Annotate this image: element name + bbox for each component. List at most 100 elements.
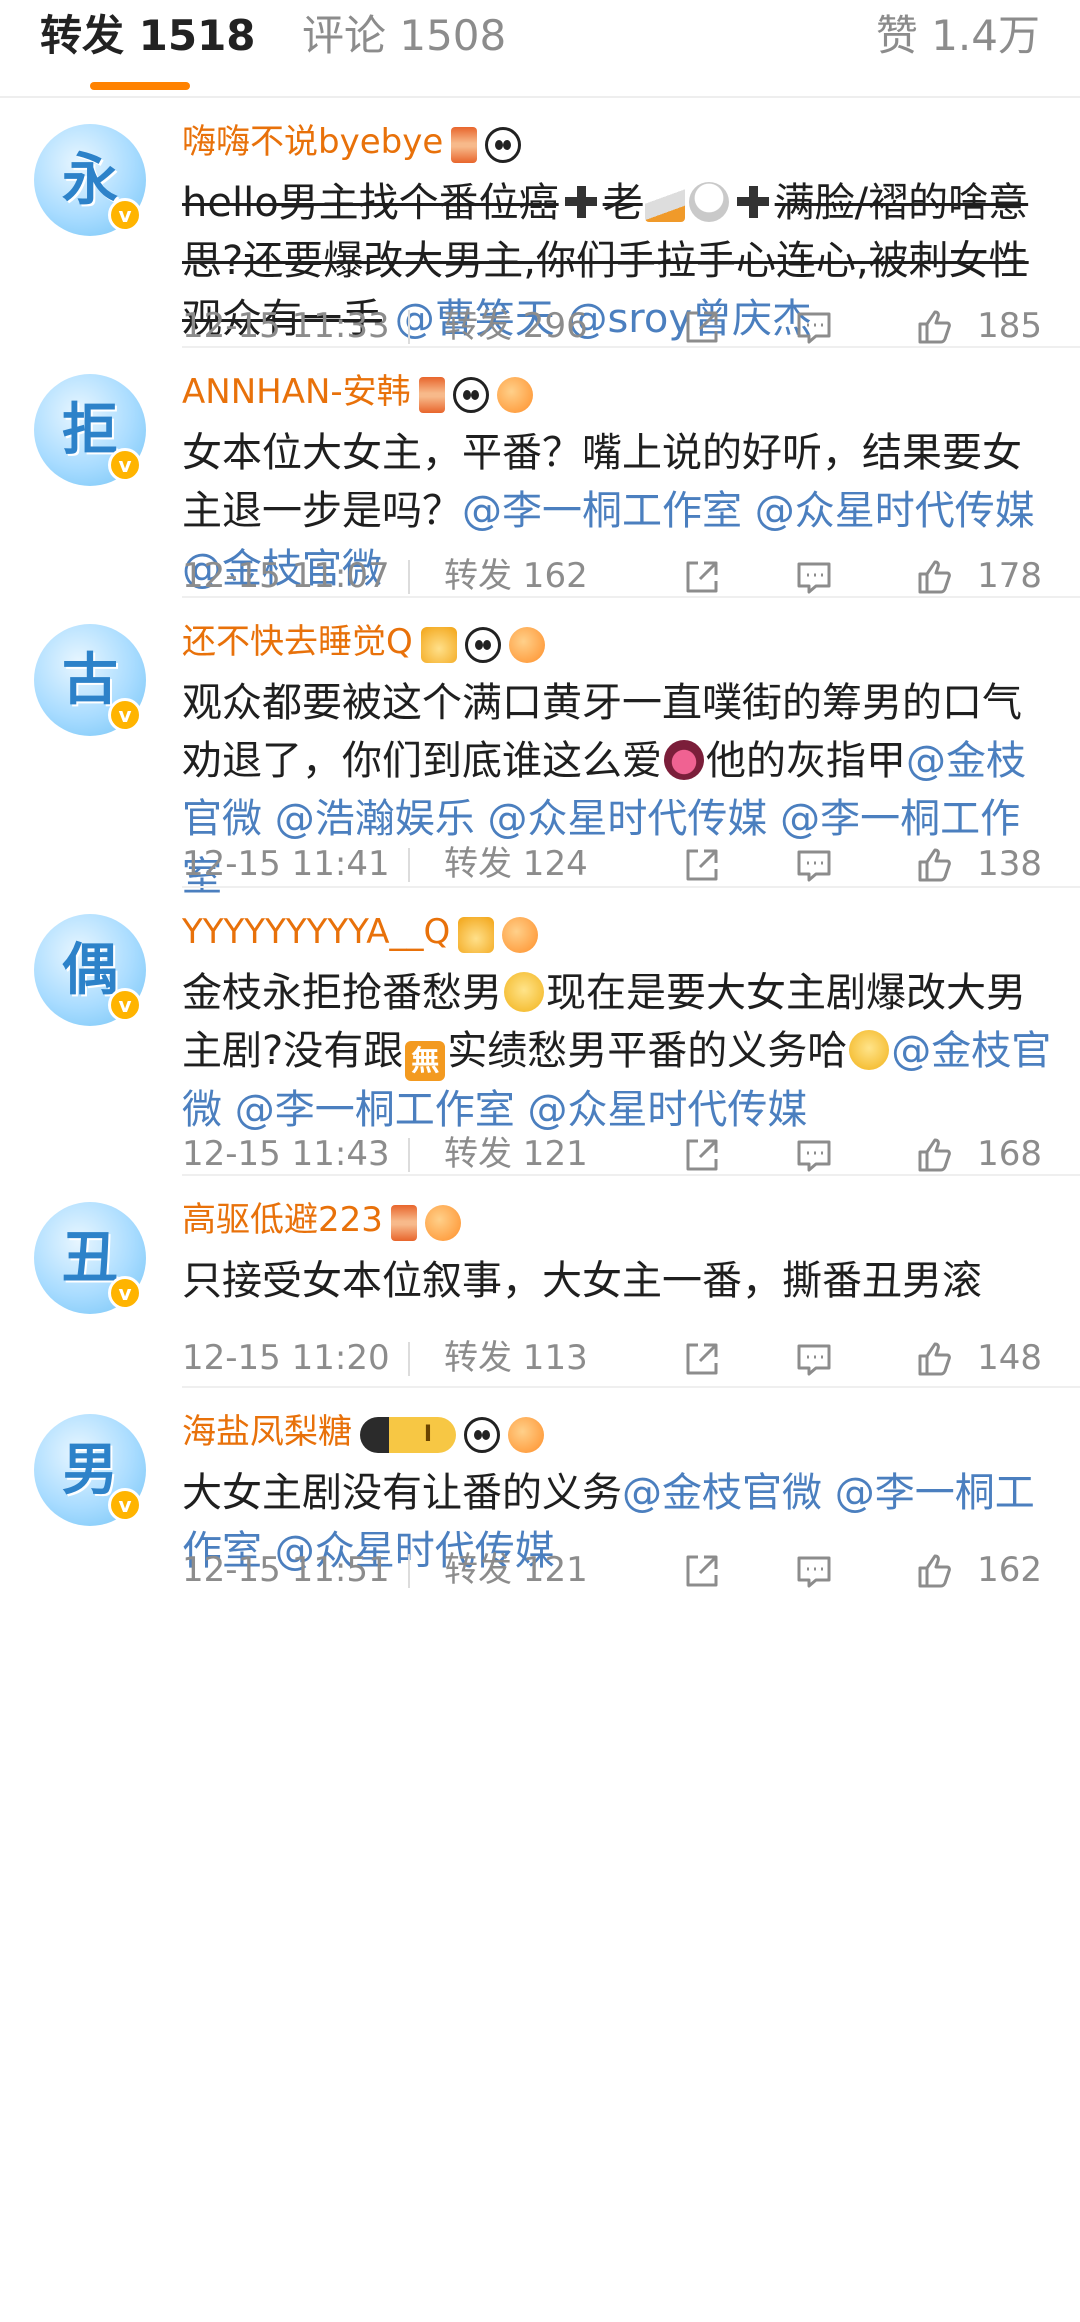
timestamp: 12-15 11:41: [182, 844, 390, 884]
repost-item[interactable]: 男 v 海盐凤梨糖 I 大女主剧没有让番的义务@金枝官微 @李一桐工作室 @众星时代传媒…: [0, 1390, 1080, 1600]
item-divider: [182, 886, 1080, 888]
username-row: ANNHAN-安韩: [182, 370, 541, 416]
share-icon[interactable]: [682, 1550, 722, 1590]
user-badges: I: [360, 1412, 552, 1456]
text-segment: 他的灰指甲: [706, 738, 906, 784]
user-badges: [458, 912, 546, 956]
repost-item[interactable]: 偶 v YYYYYYYYYA__Q 金枝永拒抢番愁男 现在是要大女主剧爆改大男主剧?没有…: [0, 890, 1080, 1176]
plus-emoji: [733, 182, 773, 222]
mention-link[interactable]: @众星时代传媒: [755, 488, 1035, 534]
meta-divider: [408, 848, 410, 882]
mention-link[interactable]: @李一桐工作室: [462, 488, 742, 534]
username[interactable]: YYYYYYYYYA__Q: [182, 912, 450, 952]
comment-icon[interactable]: [794, 1550, 834, 1590]
repost-text: 金枝永拒抢番愁男 现在是要大女主剧爆改大男主剧?没有跟無实绩愁男平番的义务哈 @金枝…: [182, 964, 1052, 1139]
username-row: 海盐凤梨糖 I: [182, 1410, 552, 1456]
like-count[interactable]: 148: [977, 1328, 1042, 1388]
share-icon[interactable]: [682, 1338, 722, 1378]
crown-icon[interactable]: [420, 627, 457, 663]
user-badges: [418, 372, 541, 416]
like-icon[interactable]: [914, 306, 954, 346]
username[interactable]: ANNHAN-安韩: [182, 372, 411, 412]
user-badges: [451, 122, 529, 166]
like-count[interactable]: 162: [977, 1540, 1042, 1600]
meta-divider: [408, 1554, 410, 1588]
hourglass-icon[interactable]: [418, 377, 445, 413]
pufferfish-icon[interactable]: [508, 1417, 544, 1453]
tongue-emoji: [664, 740, 704, 780]
like-icon[interactable]: [914, 1338, 954, 1378]
share-icon[interactable]: [682, 306, 722, 346]
share-icon[interactable]: [682, 556, 722, 596]
repost-item[interactable]: 拒 v ANNHAN-安韩 女本位大女主，平番？嘴上说的好听，结果要女主退一步是吗？@…: [0, 350, 1080, 598]
comment-icon[interactable]: [794, 1338, 834, 1378]
hourglass-icon[interactable]: [390, 1205, 417, 1241]
repost-item[interactable]: 永 v 嗨嗨不说byebye hello男主找个番位癌老满脸/褶的啥意思?还要爆改大男…: [0, 100, 1080, 348]
meta-divider: [408, 1138, 410, 1172]
tab-comment[interactable]: 评论 1508: [302, 10, 506, 62]
pufferfish-icon[interactable]: [508, 627, 545, 663]
repost-count[interactable]: 转发 124: [444, 834, 588, 894]
tab-repost[interactable]: 转发 1518: [40, 10, 256, 62]
like-icon[interactable]: [914, 556, 954, 596]
tab-like[interactable]: 赞 1.4万: [876, 10, 1040, 62]
tab-bar: 转发 1518 评论 1508 赞 1.4万: [0, 0, 1080, 98]
verified-badge-icon: v: [108, 198, 142, 232]
meta-divider: [408, 310, 410, 344]
avatar[interactable]: 拒v: [34, 374, 146, 486]
smile-emoji: [849, 1030, 890, 1070]
hourglass-icon[interactable]: [451, 127, 478, 163]
text-segment: hello男主找个番位癌: [182, 180, 559, 226]
avatar[interactable]: 永v: [34, 124, 146, 236]
username[interactable]: 高驱低避223: [182, 1200, 383, 1240]
user-badges: [390, 1200, 469, 1244]
like-count[interactable]: 138: [977, 834, 1042, 894]
comment-icon[interactable]: [794, 844, 834, 884]
avatar[interactable]: 古v: [34, 624, 146, 736]
username[interactable]: 还不快去睡觉Q: [182, 622, 413, 662]
panda-icon[interactable]: [452, 377, 489, 413]
pufferfish-icon[interactable]: [502, 917, 539, 953]
avatar[interactable]: 男v: [34, 1414, 146, 1526]
wu-emoji: 無: [405, 1041, 446, 1081]
avatar[interactable]: 偶v: [34, 914, 146, 1026]
like-icon[interactable]: [914, 1550, 954, 1590]
username-row: 还不快去睡觉Q: [182, 620, 553, 666]
panda-icon[interactable]: [485, 127, 522, 163]
repost-item[interactable]: 丑 v 高驱低避223 只接受女本位叙事，大女主一番，撕番丑男滚 12-15 11:20…: [0, 1178, 1080, 1388]
smile-emoji: [504, 972, 544, 1012]
text-segment: 只接受女本位叙事，大女主一番，撕番丑男滚: [182, 1258, 982, 1304]
repost-count[interactable]: 转发 121: [444, 1540, 588, 1600]
username[interactable]: 海盐凤梨糖: [182, 1412, 352, 1452]
crown-icon[interactable]: [458, 917, 495, 953]
username-row: 高驱低避223: [182, 1198, 469, 1244]
item-divider: [182, 1174, 1080, 1176]
repost-count[interactable]: 转发 113: [444, 1328, 588, 1388]
item-divider: [182, 1386, 1080, 1388]
plus-emoji: [561, 182, 601, 222]
user-badges: [420, 622, 553, 666]
username[interactable]: 嗨嗨不说byebye: [182, 122, 443, 162]
comment-icon[interactable]: [794, 1134, 834, 1174]
pufferfish-icon[interactable]: [424, 1205, 461, 1241]
vip-icon[interactable]: I: [360, 1417, 456, 1453]
like-icon[interactable]: [914, 844, 954, 884]
username-row: 嗨嗨不说byebye: [182, 120, 529, 166]
timestamp: 12-15 11:51: [182, 1550, 390, 1590]
like-icon[interactable]: [914, 1134, 954, 1174]
verified-badge-icon: v: [108, 448, 142, 482]
username-row: YYYYYYYYYA__Q: [182, 910, 546, 956]
item-divider: [182, 346, 1080, 348]
cigarette-emoji: [644, 182, 685, 222]
share-icon[interactable]: [682, 844, 722, 884]
avatar[interactable]: 丑v: [34, 1202, 146, 1314]
comment-icon[interactable]: [794, 556, 834, 596]
verified-badge-icon: v: [108, 988, 142, 1022]
panda-icon[interactable]: [464, 1417, 500, 1453]
repost-item[interactable]: 古 v 还不快去睡觉Q 观众都要被这个满口黄牙一直噗街的筹男的口气劝退了，你们到底谁这…: [0, 600, 1080, 900]
share-icon[interactable]: [682, 1134, 722, 1174]
mention-link[interactable]: @金枝官微: [622, 1470, 822, 1516]
pufferfish-icon[interactable]: [496, 377, 533, 413]
panda-icon[interactable]: [464, 627, 501, 663]
comment-icon[interactable]: [794, 306, 834, 346]
